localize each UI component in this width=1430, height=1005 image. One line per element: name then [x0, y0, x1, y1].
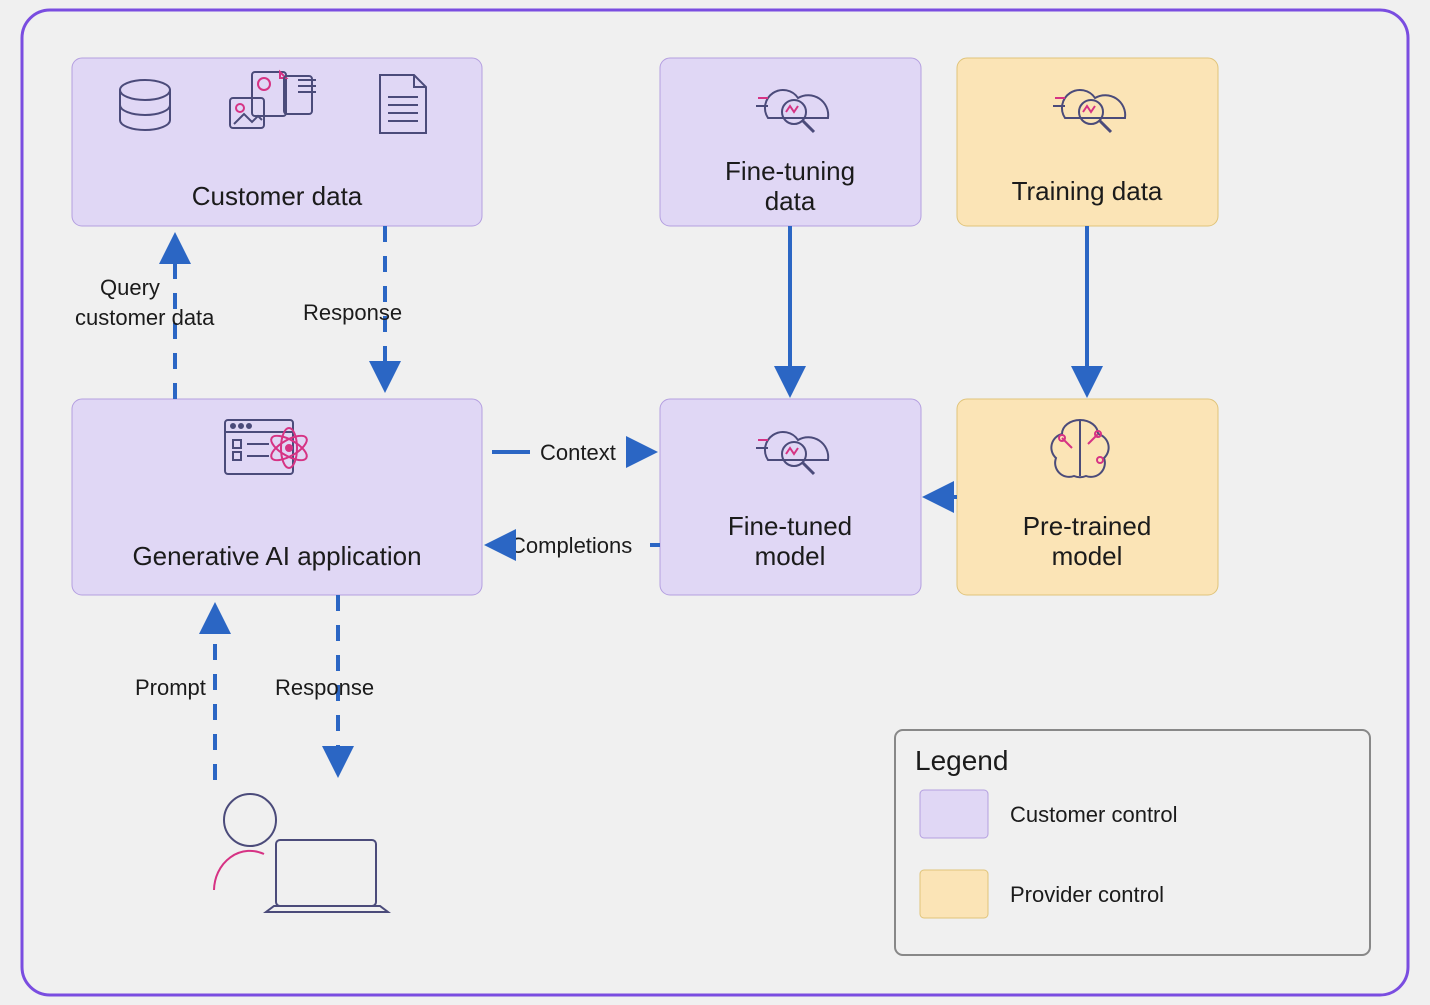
query-label-l1: Query	[100, 275, 160, 300]
gen-ai-app-label: Generative AI application	[132, 541, 421, 571]
fine-tuning-data-box: Fine-tuning data	[660, 58, 921, 226]
customer-data-label: Customer data	[192, 181, 363, 211]
query-label-l2: customer data	[75, 305, 215, 330]
response-user-label: Response	[275, 675, 374, 700]
completions-label: Completions	[510, 533, 632, 558]
gen-ai-app-box: Generative AI application	[72, 399, 482, 595]
training-data-label: Training data	[1012, 176, 1163, 206]
legend-box: Legend Customer control Provider control	[895, 730, 1370, 955]
fine-tuned-model-box: Fine-tuned model	[660, 399, 921, 595]
pre-trained-model-label-l2: model	[1052, 541, 1123, 571]
legend-customer-label: Customer control	[1010, 802, 1178, 827]
customer-data-box: Customer data	[72, 58, 482, 226]
diagram-canvas: Customer data Fine-tuning data Training …	[0, 0, 1430, 1005]
fine-tuned-model-label-l1: Fine-tuned	[728, 511, 852, 541]
legend-title: Legend	[915, 745, 1008, 776]
legend-provider-label: Provider control	[1010, 882, 1164, 907]
training-data-box: Training data	[957, 58, 1218, 226]
legend-provider-swatch	[920, 870, 988, 918]
context-label: Context	[540, 440, 616, 465]
response-cd-label: Response	[303, 300, 402, 325]
fine-tuning-data-label-l2: data	[765, 186, 816, 216]
legend-customer-swatch	[920, 790, 988, 838]
prompt-label: Prompt	[135, 675, 206, 700]
pre-trained-model-box: Pre-trained model	[957, 399, 1218, 595]
pre-trained-model-label-l1: Pre-trained	[1023, 511, 1152, 541]
fine-tuning-data-label-l1: Fine-tuning	[725, 156, 855, 186]
fine-tuned-model-label-l2: model	[755, 541, 826, 571]
